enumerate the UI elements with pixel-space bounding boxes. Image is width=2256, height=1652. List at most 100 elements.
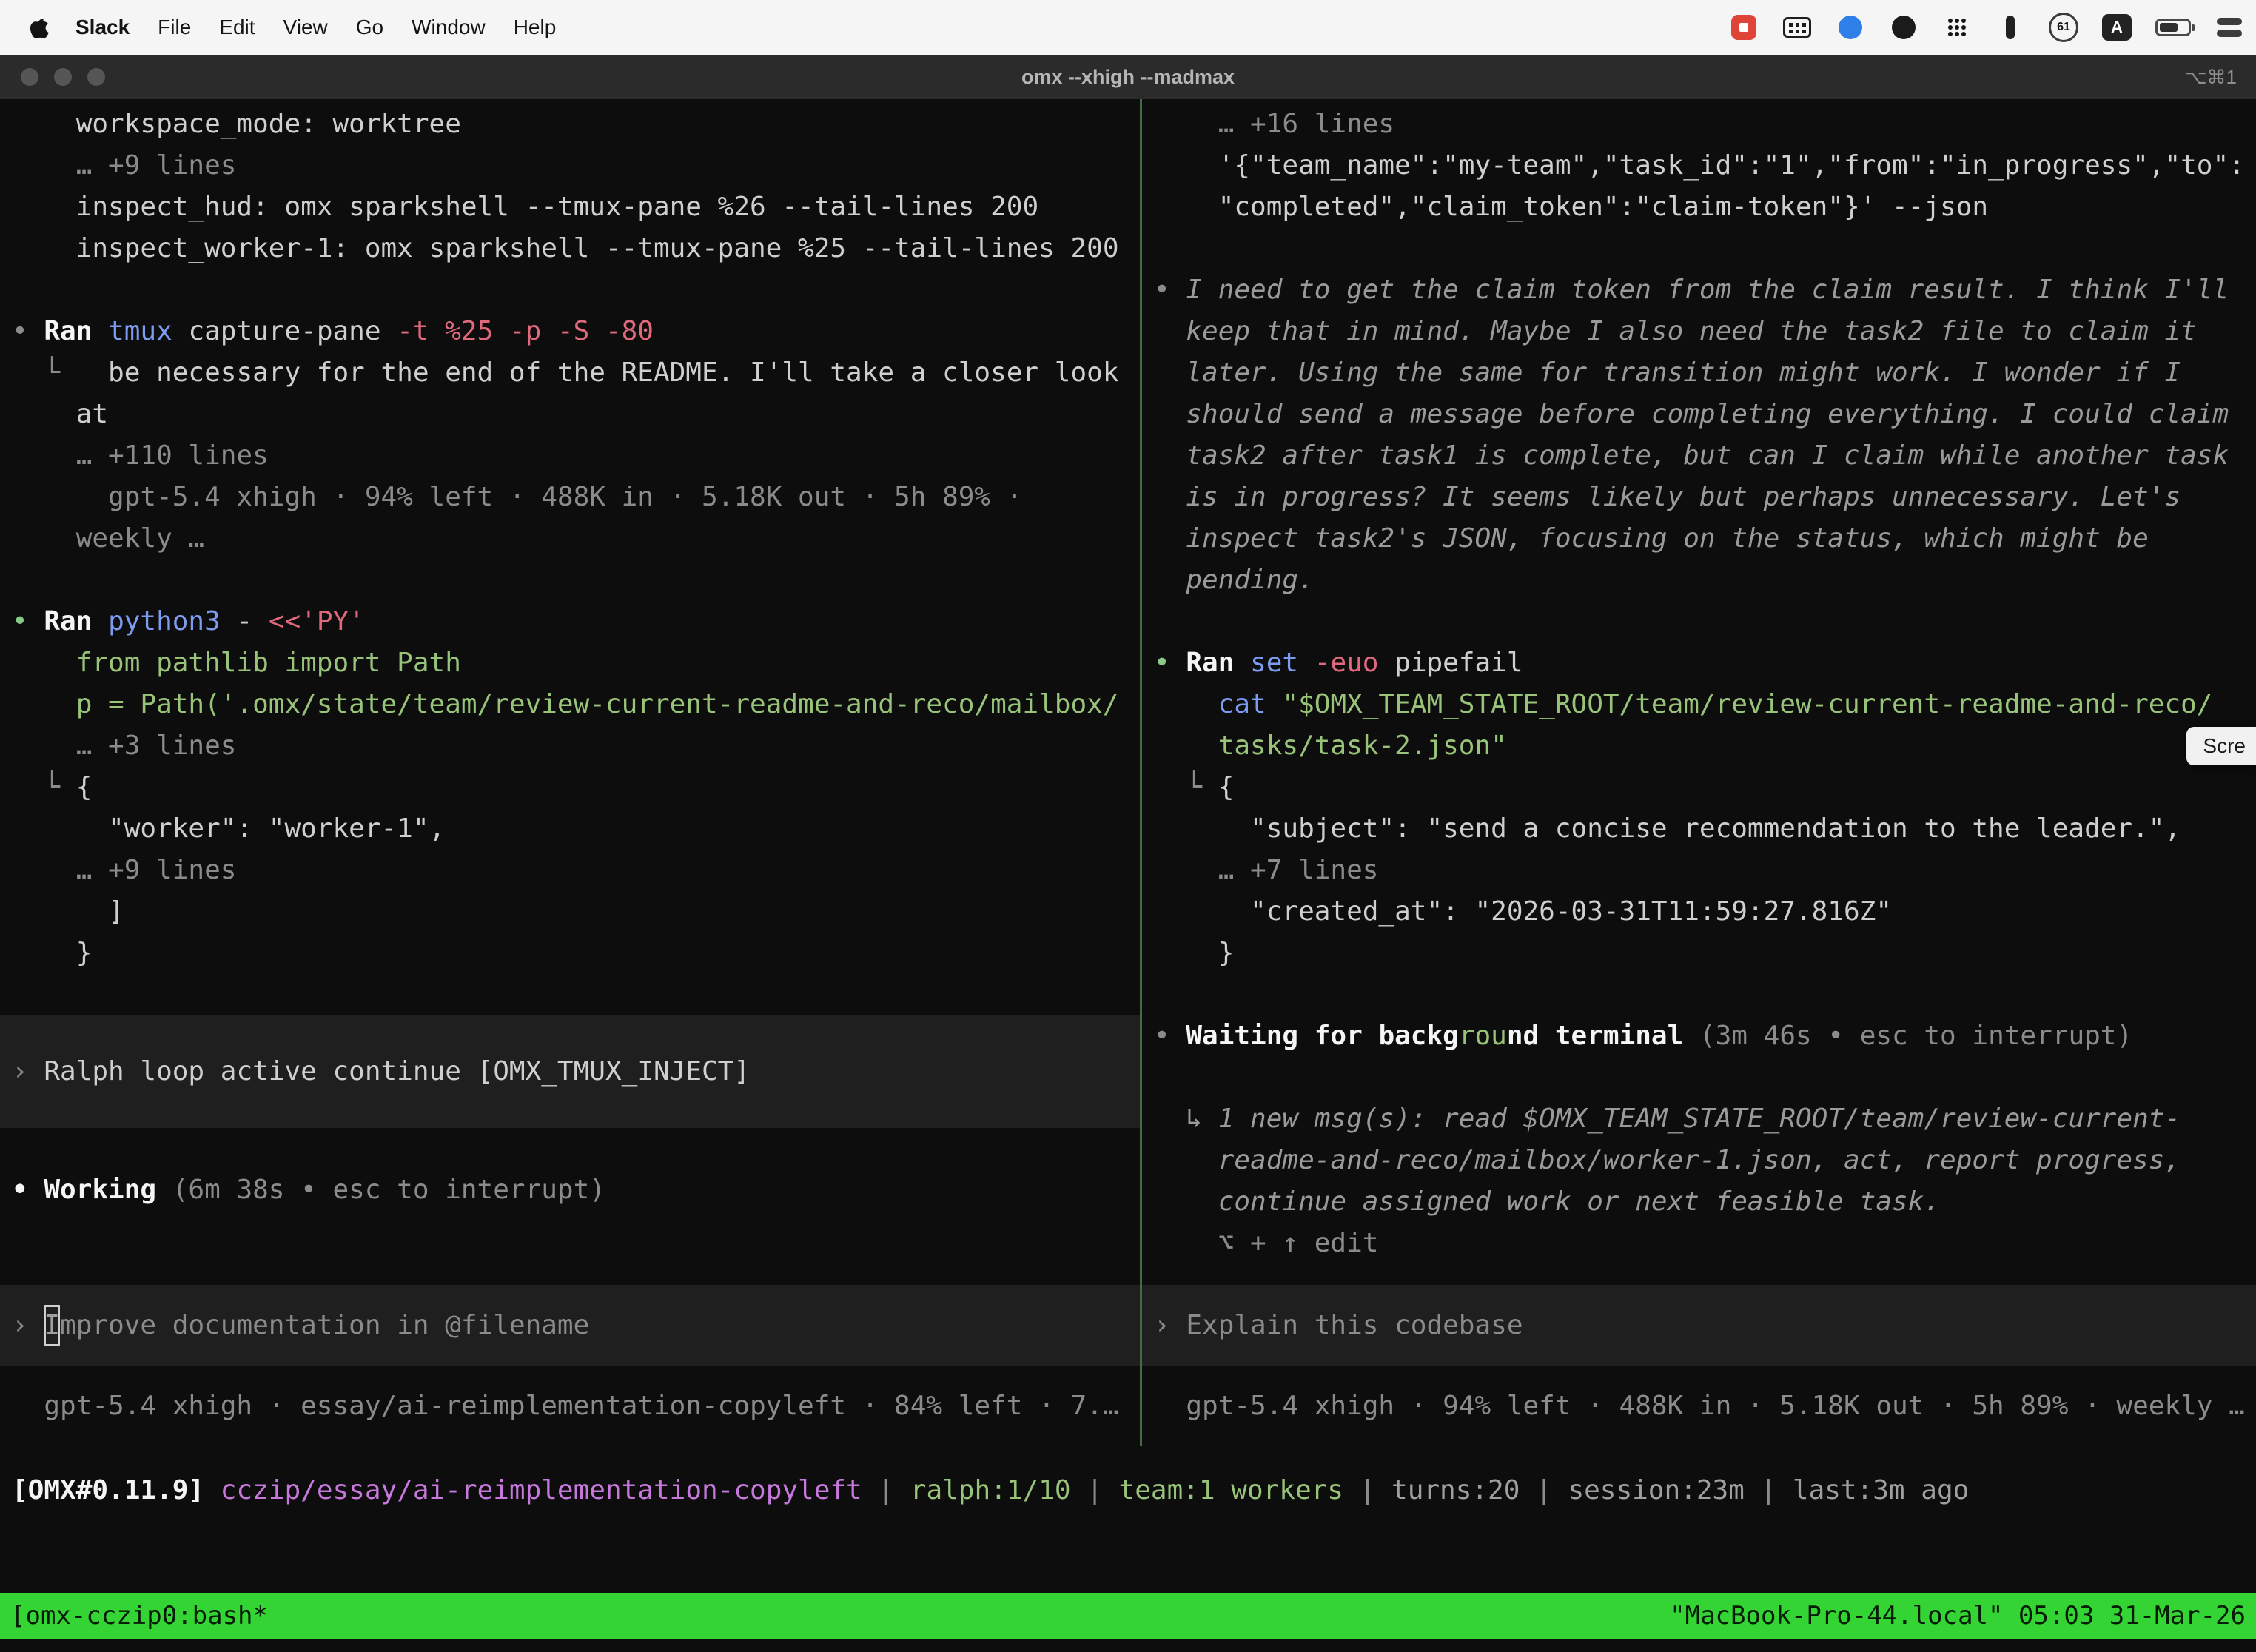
text-segment: | (1071, 1475, 1119, 1505)
keyboard-icon[interactable] (1782, 11, 1812, 44)
text-segment: } (1154, 938, 1234, 968)
terminal-line (1154, 228, 2256, 269)
text-segment: (3m 46s • esc to interrupt) (1699, 1021, 2132, 1051)
text-segment: • (12, 606, 44, 637)
app-grid-icon[interactable] (1942, 11, 1972, 44)
text-segment: readme-and-reco/mailbox/worker-1.json, a… (1154, 1145, 2181, 1175)
minimize-button[interactable] (54, 68, 72, 86)
close-button[interactable] (21, 68, 38, 86)
utility-icon[interactable] (1995, 11, 2025, 44)
prompt-line[interactable]: › Improve documentation in @filename (0, 1285, 1140, 1366)
apple-menu-icon[interactable] (30, 16, 49, 39)
text-segment: • (12, 316, 44, 346)
terminal-line: "worker": "worker-1", (12, 808, 1140, 850)
terminal-line: inspect_worker-1: omx sparkshell --tmux-… (12, 228, 1140, 269)
battery-gauge-icon[interactable]: 61 (2049, 13, 2078, 42)
text-segment: from pathlib import Path (12, 648, 461, 678)
text-segment: … +9 lines (12, 150, 236, 181)
menu-view[interactable]: View (283, 16, 328, 39)
text-segment: I (44, 1305, 60, 1346)
text-segment: "$OMX_TEAM_STATE_ROOT/team/review-curren… (1282, 689, 2212, 719)
menu-help[interactable]: Help (514, 16, 557, 39)
text-segment: gpt-5.4 xhigh · essay/ai-reimplementatio… (12, 1391, 1119, 1421)
text-segment: tasks/task-2.json" (1154, 731, 1507, 761)
terminal-line: inspect task2's JSON, focusing on the st… (1154, 518, 2256, 560)
text-segment: | (1343, 1475, 1391, 1505)
text-segment: be necessary for the end of the README. … (108, 357, 1118, 388)
text-segment: session:23m (1568, 1475, 1744, 1505)
terminal-line (12, 560, 1140, 601)
text-segment: | (1745, 1475, 1793, 1505)
menu-go[interactable]: Go (356, 16, 383, 39)
terminal-line: gpt-5.4 xhigh · 94% left · 488K in · 5.1… (12, 477, 1140, 518)
input-source-icon[interactable]: A (2102, 14, 2132, 41)
text-segment: keep that in mind. Maybe I also need the… (1154, 316, 2197, 346)
terminal-line (1154, 1057, 2256, 1098)
battery-percent-label: 61 (2057, 21, 2070, 34)
title-bar[interactable]: omx --xhigh --madmax ⌥⌘1 (0, 55, 2256, 99)
text-segment: rou (1459, 1021, 1507, 1051)
text-segment: "worker": "worker-1", (12, 813, 445, 844)
terminal-line (1154, 601, 2256, 642)
right-pane[interactable]: … +16 lines '{"team_name":"my-team","tas… (1142, 99, 2256, 1446)
text-segment: team:1 workers (1119, 1475, 1343, 1505)
text-segment: | (862, 1475, 910, 1505)
screenshot-tooltip: Scre (2186, 727, 2256, 765)
terminal-line (12, 269, 1140, 311)
terminal-line: … +3 lines (12, 725, 1140, 767)
text-segment: weekly … (12, 523, 204, 554)
terminal-line: ↳ 1 new msg(s): read $OMX_TEAM_STATE_ROO… (1154, 1098, 2256, 1140)
zoom-button[interactable] (87, 68, 105, 86)
text-segment: { (1218, 772, 1235, 802)
window-controls (21, 68, 105, 86)
text-segment: › (12, 1305, 44, 1346)
terminal-line: … +9 lines (12, 850, 1140, 891)
terminal-line: • Ran tmux capture-pane -t %25 -p -S -80 (12, 311, 1140, 352)
menu-app-name[interactable]: Slack (75, 16, 130, 39)
text-segment: <<'PY' (269, 606, 365, 637)
text-segment: is in progress? It seems likely but perh… (1154, 482, 2181, 512)
terminal-line: • Ran python3 - <<'PY' (12, 601, 1140, 642)
text-segment: gpt-5.4 xhigh · 94% left · 488K in · 5.1… (1154, 1391, 2245, 1421)
text-segment: cat (1154, 689, 1282, 719)
terminal-line: "subject": "send a concise recommendatio… (1154, 808, 2256, 850)
text-segment: inspect_hud: omx sparkshell --tmux-pane … (12, 192, 1038, 222)
battery-icon[interactable] (2155, 11, 2191, 44)
text-segment: ↳ 1 new msg(s): read $OMX_TEAM_STATE_ROO… (1154, 1104, 2181, 1134)
menu-file[interactable]: File (158, 16, 191, 39)
text-segment: '{"team_name":"my-team","task_id":"1","f… (1154, 150, 2245, 181)
text-segment: Ran (44, 316, 108, 346)
text-segment: … +9 lines (12, 855, 236, 885)
prompt-line[interactable]: › Ralph loop active continue [OMX_TMUX_I… (0, 1015, 1140, 1128)
terminal-line: keep that in mind. Maybe I also need the… (1154, 311, 2256, 352)
terminal-line: gpt-5.4 xhigh · 94% left · 488K in · 5.1… (1154, 1386, 2256, 1427)
text-segment (204, 1475, 221, 1505)
menu-window[interactable]: Window (412, 16, 486, 39)
terminal-line: pending. (1154, 560, 2256, 601)
left-pane[interactable]: workspace_mode: worktree … +9 lines insp… (0, 99, 1140, 1446)
docker-icon[interactable] (1836, 11, 1865, 44)
text-segment: "subject": "send a concise recommendatio… (1154, 813, 2181, 844)
terminal-line: "completed","claim_token":"claim-token"}… (1154, 187, 2256, 228)
menu-edit[interactable]: Edit (219, 16, 255, 39)
text-segment: -euo (1315, 648, 1394, 678)
text-segment: set (1250, 648, 1315, 678)
text-segment: … +7 lines (1154, 855, 1378, 885)
tmux-status-bar: [omx-cczip0:bash* "MacBook-Pro-44.local"… (0, 1593, 2256, 1639)
terminal-line: … +16 lines (1154, 104, 2256, 145)
prompt-line[interactable]: › Explain this codebase (1142, 1285, 2256, 1366)
text-segment: later. Using the same for transition mig… (1154, 357, 2181, 388)
github-icon[interactable] (1889, 11, 1918, 44)
terminal-line: '{"team_name":"my-team","task_id":"1","f… (1154, 145, 2256, 187)
terminal-line: weekly … (12, 518, 1140, 560)
terminal-line: workspace_mode: worktree (12, 104, 1140, 145)
text-segment: inspect_worker-1: omx sparkshell --tmux-… (12, 233, 1119, 263)
text-segment: last:3m ago (1793, 1475, 1969, 1505)
menu-items: File Edit View Go Window Help (158, 16, 584, 39)
screen-recording-icon[interactable] (1729, 11, 1759, 44)
text-segment: continue assigned work or next feasible … (1154, 1186, 1940, 1217)
text-segment: } (12, 938, 92, 968)
text-segment: { (76, 772, 93, 802)
control-center-icon[interactable] (2215, 11, 2244, 44)
text-segment: … +110 lines (12, 440, 269, 471)
